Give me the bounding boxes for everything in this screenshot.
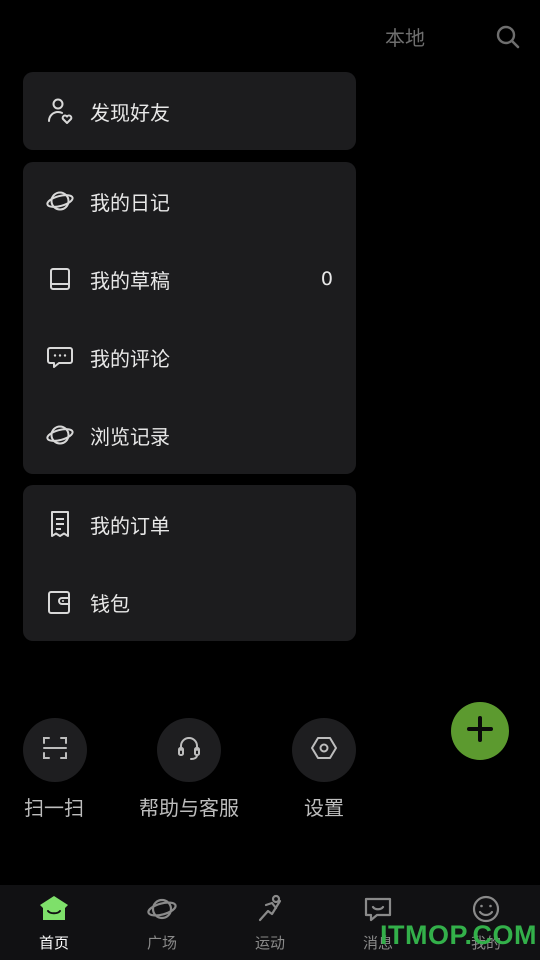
book-icon xyxy=(45,264,75,294)
menu-item-label: 我的订单 xyxy=(90,513,170,538)
menu-item-browse-history[interactable]: 浏览记录 xyxy=(23,396,356,474)
home-face-icon xyxy=(38,893,70,925)
settings-label[interactable]: 设置 xyxy=(304,792,344,821)
help-service-button[interactable] xyxy=(157,718,221,782)
scan-button[interactable] xyxy=(23,718,87,782)
tab-label: 首页 xyxy=(38,934,69,952)
settings-hexagon-icon xyxy=(310,734,338,766)
orders-card: 我的订单 钱包 xyxy=(23,485,356,641)
tab-label: 运动 xyxy=(254,934,285,952)
tab-label: 广场 xyxy=(146,934,177,952)
menu-item-label: 我的评论 xyxy=(90,346,170,371)
draft-count: 0 xyxy=(320,268,333,290)
top-bar: 本地 xyxy=(0,0,540,70)
wallet-icon xyxy=(45,587,75,617)
menu-item-label: 发现好友 xyxy=(90,100,170,125)
tab-sport[interactable]: 运动 xyxy=(216,885,324,960)
mine-card: 我的日记 我的草稿 0 我的评论 浏览记录 xyxy=(23,162,356,474)
tab-home[interactable]: 首页 xyxy=(0,885,108,960)
scan-icon xyxy=(41,734,69,766)
menu-item-discover-friends[interactable]: 发现好友 xyxy=(23,72,356,150)
sport-icon xyxy=(254,893,286,925)
menu-item-label: 浏览记录 xyxy=(90,424,170,449)
tab-square[interactable]: 广场 xyxy=(108,885,216,960)
add-button[interactable] xyxy=(451,702,509,760)
menu-item-label: 我的日记 xyxy=(90,190,170,215)
menu-item-wallet[interactable]: 钱包 xyxy=(23,563,356,641)
menu-item-my-drafts[interactable]: 我的草稿 0 xyxy=(23,240,356,318)
planet-icon xyxy=(146,893,178,925)
receipt-icon xyxy=(45,509,75,539)
chat-bubble-icon xyxy=(45,342,75,372)
settings-button[interactable] xyxy=(292,718,356,782)
menu-item-my-orders[interactable]: 我的订单 xyxy=(23,485,356,563)
search-icon[interactable] xyxy=(495,24,521,50)
planet-icon xyxy=(45,420,75,450)
person-heart-icon xyxy=(45,96,75,126)
menu-item-label: 钱包 xyxy=(90,591,130,616)
menu-item-my-diary[interactable]: 我的日记 xyxy=(23,162,356,240)
watermark-text: ITMOP.COM xyxy=(380,920,538,950)
menu-item-my-comments[interactable]: 我的评论 xyxy=(23,318,356,396)
plus-icon xyxy=(465,714,495,748)
planet-icon xyxy=(45,186,75,216)
friends-card: 发现好友 xyxy=(23,72,356,150)
headset-icon xyxy=(175,734,203,766)
help-service-label[interactable]: 帮助与客服 xyxy=(139,792,239,821)
local-label[interactable]: 本地 xyxy=(385,22,425,51)
menu-item-label: 我的草稿 xyxy=(90,268,170,293)
scan-label[interactable]: 扫一扫 xyxy=(24,792,84,821)
